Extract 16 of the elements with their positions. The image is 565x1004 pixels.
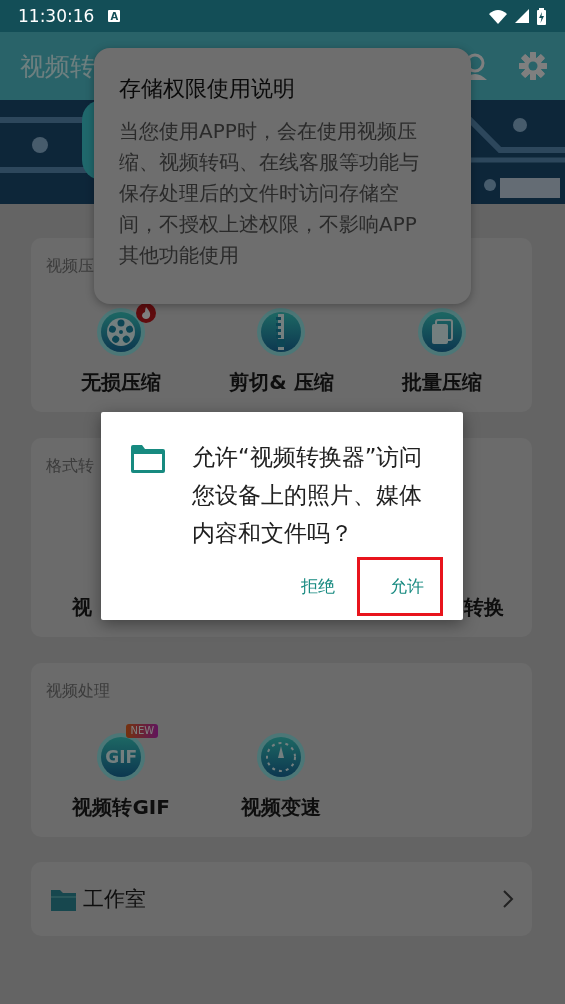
app-title: 视频转 (20, 50, 96, 83)
tool-label[interactable]: 视频转GIF (72, 794, 170, 821)
allow-button[interactable]: 允许 (357, 557, 443, 616)
tool-label[interactable]: 转换 (464, 594, 504, 621)
tool-label[interactable]: 批量压缩 (401, 369, 482, 396)
status-time: 11:30:16 (18, 6, 95, 26)
popup-message: 当您使用APP时，会在使用视频压缩、视频转码、在线客服等功能与保存处理后的文件时访问存储空间，不授权上述权限，不影响APP其他功能使用 (119, 118, 420, 269)
tool-label[interactable]: 剪切& 压缩 (229, 369, 334, 396)
new-badge: NEW (126, 724, 159, 738)
popup-title: 存储权限使用说明 (119, 75, 296, 103)
dialog-message: 允许“视频转换器”访问您设备上的照片、媒体内容和文件吗？ (192, 443, 424, 548)
tool-label[interactable]: 视频变速 (241, 794, 322, 821)
tool-label[interactable]: 无损压缩 (81, 369, 162, 396)
notification-icon: A (108, 10, 121, 22)
tool-label[interactable]: 视 (72, 594, 92, 621)
deny-button[interactable]: 拒绝 (293, 557, 343, 616)
